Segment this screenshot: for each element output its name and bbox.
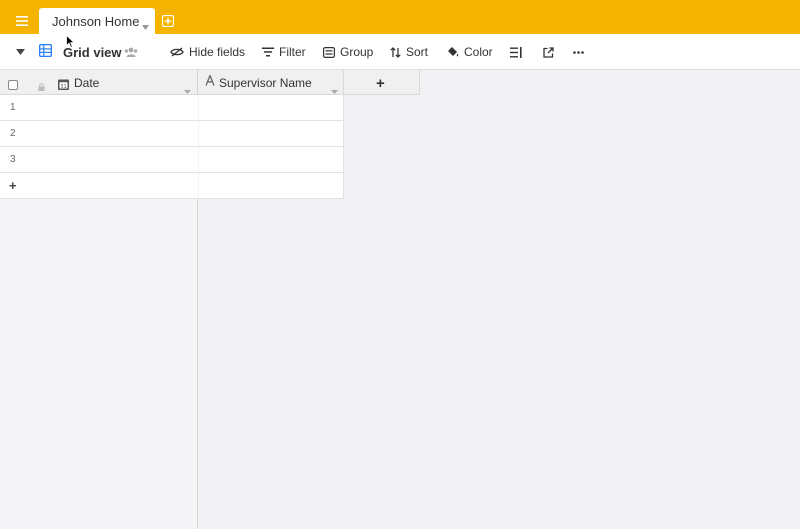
text-field-icon xyxy=(205,73,215,89)
row-number: 3 xyxy=(10,154,16,165)
color-label: Color xyxy=(464,45,493,59)
table-row[interactable]: 3 xyxy=(0,147,198,173)
column-header-date[interactable]: 31 Date xyxy=(0,70,198,95)
row-number: 2 xyxy=(10,128,16,139)
paint-bucket-icon xyxy=(447,46,464,58)
cell-supervisor-name[interactable] xyxy=(199,147,344,173)
grid-view-icon xyxy=(38,43,57,60)
color-button[interactable]: Color xyxy=(447,34,493,70)
tab-johnson-home[interactable]: Johnson Home xyxy=(39,8,155,34)
share-view-icon[interactable] xyxy=(543,34,559,70)
column-header-supervisor-name[interactable]: Supervisor Name xyxy=(198,70,344,95)
hide-fields-label: Hide fields xyxy=(189,45,246,59)
lock-icon xyxy=(38,78,45,96)
column-header-label: Date xyxy=(74,76,100,90)
view-toolbar: Grid view Hide fields Filter Group Sort … xyxy=(0,34,800,70)
more-options-icon[interactable] xyxy=(573,34,589,70)
filter-button[interactable]: Filter xyxy=(262,34,306,70)
sort-label: Sort xyxy=(406,45,429,59)
table-row[interactable]: 2 xyxy=(0,121,198,147)
table-row[interactable]: 1 xyxy=(0,95,198,121)
filter-label: Filter xyxy=(279,45,306,59)
filter-icon xyxy=(262,47,279,57)
mouse-cursor-icon xyxy=(66,34,76,53)
calendar-icon: 31 xyxy=(58,77,69,95)
column-header-label: Supervisor Name xyxy=(219,76,312,90)
row-height-icon[interactable] xyxy=(510,34,527,70)
add-table-icon[interactable] xyxy=(161,14,176,28)
view-switcher-caret-icon[interactable] xyxy=(16,34,30,70)
tab-title: Johnson Home xyxy=(52,14,140,29)
add-row-button[interactable]: + xyxy=(0,173,198,199)
select-all-checkbox[interactable] xyxy=(8,77,18,95)
collaborators-icon[interactable] xyxy=(124,34,143,70)
tab-dropdown-icon[interactable] xyxy=(142,17,149,35)
cell-supervisor-name[interactable] xyxy=(199,95,344,121)
hamburger-menu-icon[interactable] xyxy=(10,9,34,33)
add-row-label: + xyxy=(9,178,17,193)
svg-text:31: 31 xyxy=(60,84,66,90)
group-button[interactable]: Group xyxy=(323,34,373,70)
sort-button[interactable]: Sort xyxy=(390,34,428,70)
row-number: 1 xyxy=(10,102,16,113)
add-field-button[interactable]: + xyxy=(344,70,420,95)
hide-fields-button[interactable]: Hide fields xyxy=(170,34,245,70)
top-bar: Johnson Home xyxy=(0,0,800,34)
group-icon xyxy=(323,46,340,58)
sort-icon xyxy=(390,46,406,58)
hide-fields-icon xyxy=(170,47,189,57)
add-row-cell[interactable] xyxy=(199,173,344,199)
add-field-label: + xyxy=(376,75,385,92)
cell-supervisor-name[interactable] xyxy=(199,121,344,147)
group-label: Group xyxy=(340,45,374,59)
view-switcher[interactable]: Grid view xyxy=(38,34,122,70)
